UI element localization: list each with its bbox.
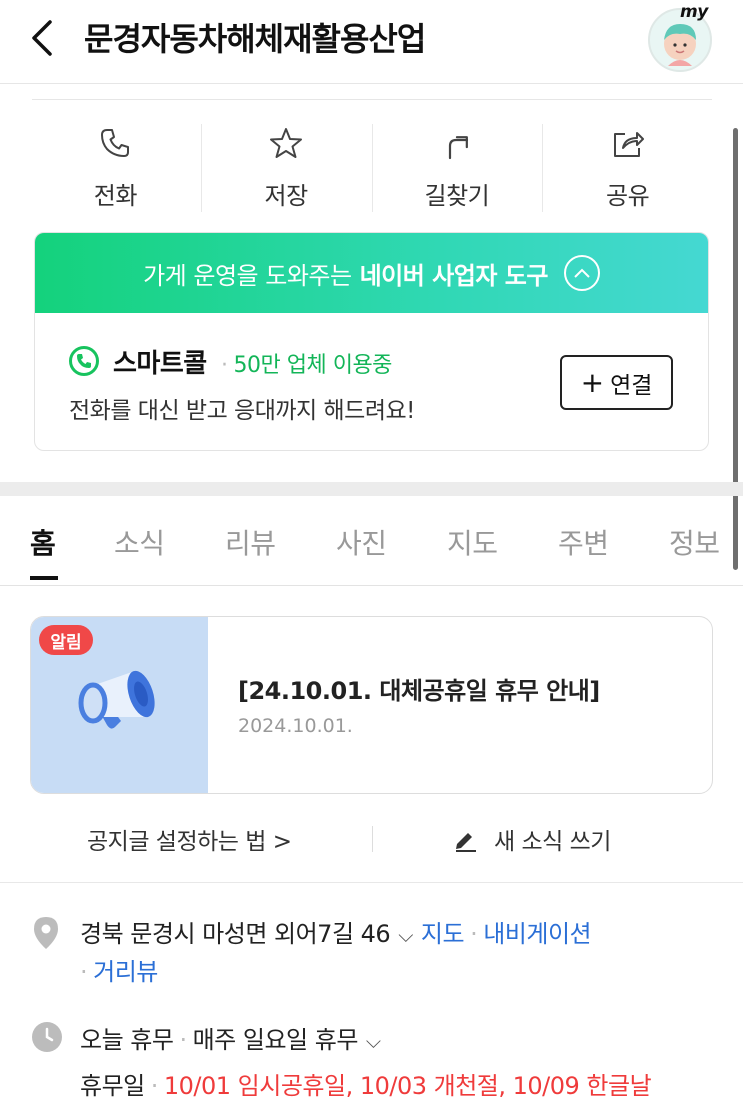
notice-links: 공지글 설정하는 법 > 새 소식 쓰기 bbox=[0, 812, 743, 868]
notice-card[interactable]: 알림 [24.10.01. 대체공휴일 휴무 안내] 2024.10.01. bbox=[30, 616, 713, 794]
tab-map[interactable]: 지도 bbox=[447, 522, 498, 562]
save-button[interactable]: 저장 bbox=[200, 124, 372, 212]
roadview-link[interactable]: 거리뷰 bbox=[93, 958, 158, 986]
directions-button[interactable]: 길찾기 bbox=[371, 124, 543, 212]
star-icon bbox=[270, 128, 303, 158]
top-header: 문경자동차해체재활용산업 my bbox=[0, 0, 743, 84]
tab-photos[interactable]: 사진 bbox=[336, 522, 387, 562]
banner-strong: 네이버 사업자 도구 bbox=[359, 261, 549, 290]
connect-label: 연결 bbox=[610, 372, 653, 399]
smartcall-description: 전화를 대신 받고 응대까지 해드려요! bbox=[69, 398, 415, 424]
save-label: 저장 bbox=[264, 182, 309, 210]
address-row: 경북 문경시 마성면 외어7길 46 ⌵ 지도 · 내비게이션 bbox=[80, 920, 592, 948]
call-label: 전화 bbox=[93, 182, 138, 210]
share-label: 공유 bbox=[606, 182, 650, 210]
back-arrow-icon[interactable] bbox=[26, 18, 60, 58]
hours-row[interactable]: 오늘 휴무 · 매주 일요일 휴무 ⌵ bbox=[80, 1020, 381, 1055]
action-bar: 전화 저장 길찾기 공유 bbox=[30, 124, 713, 212]
tab-bar: 홈 소식 리뷰 사진 지도 주변 정보 bbox=[0, 496, 743, 586]
smartcall-users: · 50만 업체 이용중 bbox=[221, 353, 393, 378]
plus-icon: + bbox=[580, 365, 605, 399]
chevron-down-icon[interactable]: ⌵ bbox=[398, 923, 413, 947]
directions-label: 길찾기 bbox=[424, 182, 490, 210]
regular-closing: 매주 일요일 휴무 bbox=[192, 1026, 359, 1054]
active-tab-indicator bbox=[30, 576, 58, 580]
smartcall-phone-icon bbox=[69, 346, 99, 376]
section-separator bbox=[0, 482, 743, 496]
avatar-my-badge: my bbox=[680, 2, 708, 22]
notice-thumbnail: 알림 bbox=[31, 617, 208, 793]
map-link[interactable]: 지도 bbox=[421, 920, 465, 948]
collapse-chevron-up-icon[interactable] bbox=[563, 255, 600, 291]
phone-icon bbox=[101, 129, 130, 157]
tab-home[interactable]: 홈 bbox=[30, 522, 56, 562]
holiday-label: 휴무일 bbox=[80, 1072, 145, 1100]
tab-reviews[interactable]: 리뷰 bbox=[225, 522, 276, 562]
today-status: 오늘 휴무 bbox=[80, 1026, 174, 1054]
page-title: 문경자동차해체재활용산업 bbox=[84, 20, 426, 58]
navigation-link[interactable]: 내비게이션 bbox=[483, 920, 591, 948]
divider bbox=[32, 99, 712, 100]
share-icon bbox=[613, 132, 644, 157]
business-tool-card: 가게 운영을 도와주는 네이버 사업자 도구 스마트콜 · 50만 업체 이용중 … bbox=[34, 232, 709, 451]
divider bbox=[0, 882, 743, 883]
holiday-row: 휴무일 · 10/01 임시공휴일, 10/03 개천절, 10/09 한글날 bbox=[80, 1072, 652, 1100]
address-text: 경북 문경시 마성면 외어7길 46 bbox=[80, 920, 391, 948]
notice-badge: 알림 bbox=[39, 625, 93, 655]
directions-icon bbox=[448, 136, 468, 160]
call-button[interactable]: 전화 bbox=[30, 124, 201, 212]
pencil-icon bbox=[456, 833, 476, 852]
write-news-label: 새 소식 쓰기 bbox=[494, 829, 611, 855]
notice-title[interactable]: [24.10.01. 대체공휴일 휴무 안내] bbox=[238, 671, 600, 706]
connect-button[interactable]: + 연결 bbox=[560, 355, 673, 410]
notice-date: 2024.10.01. bbox=[238, 715, 353, 737]
clock-icon bbox=[32, 1022, 62, 1052]
banner-prefix: 가게 운영을 도와주는 bbox=[143, 261, 352, 290]
tab-info[interactable]: 정보 bbox=[669, 522, 720, 562]
business-tool-banner[interactable]: 가게 운영을 도와주는 네이버 사업자 도구 bbox=[35, 233, 708, 313]
notice-howto-link[interactable]: 공지글 설정하는 법 > bbox=[87, 822, 292, 856]
tab-news[interactable]: 소식 bbox=[114, 522, 165, 562]
megaphone-icon bbox=[78, 670, 155, 729]
link-separator bbox=[372, 826, 373, 852]
share-button[interactable]: 공유 bbox=[542, 124, 713, 212]
smartcall-users-text: 50만 업체 이용중 bbox=[233, 353, 393, 378]
location-pin-icon bbox=[34, 917, 58, 949]
roadview-row: · 거리뷰 bbox=[80, 958, 158, 986]
holiday-dates: 10/01 임시공휴일, 10/03 개천절, 10/09 한글날 bbox=[163, 1072, 652, 1100]
write-news-button[interactable]: 새 소식 쓰기 bbox=[452, 822, 611, 856]
smartcall-row: 스마트콜 · 50만 업체 이용중 전화를 대신 받고 응대까지 해드려요! + … bbox=[35, 313, 708, 450]
tab-nearby[interactable]: 주변 bbox=[558, 522, 609, 562]
smartcall-name: 스마트콜 bbox=[113, 349, 207, 379]
chevron-down-icon[interactable]: ⌵ bbox=[366, 1029, 381, 1053]
